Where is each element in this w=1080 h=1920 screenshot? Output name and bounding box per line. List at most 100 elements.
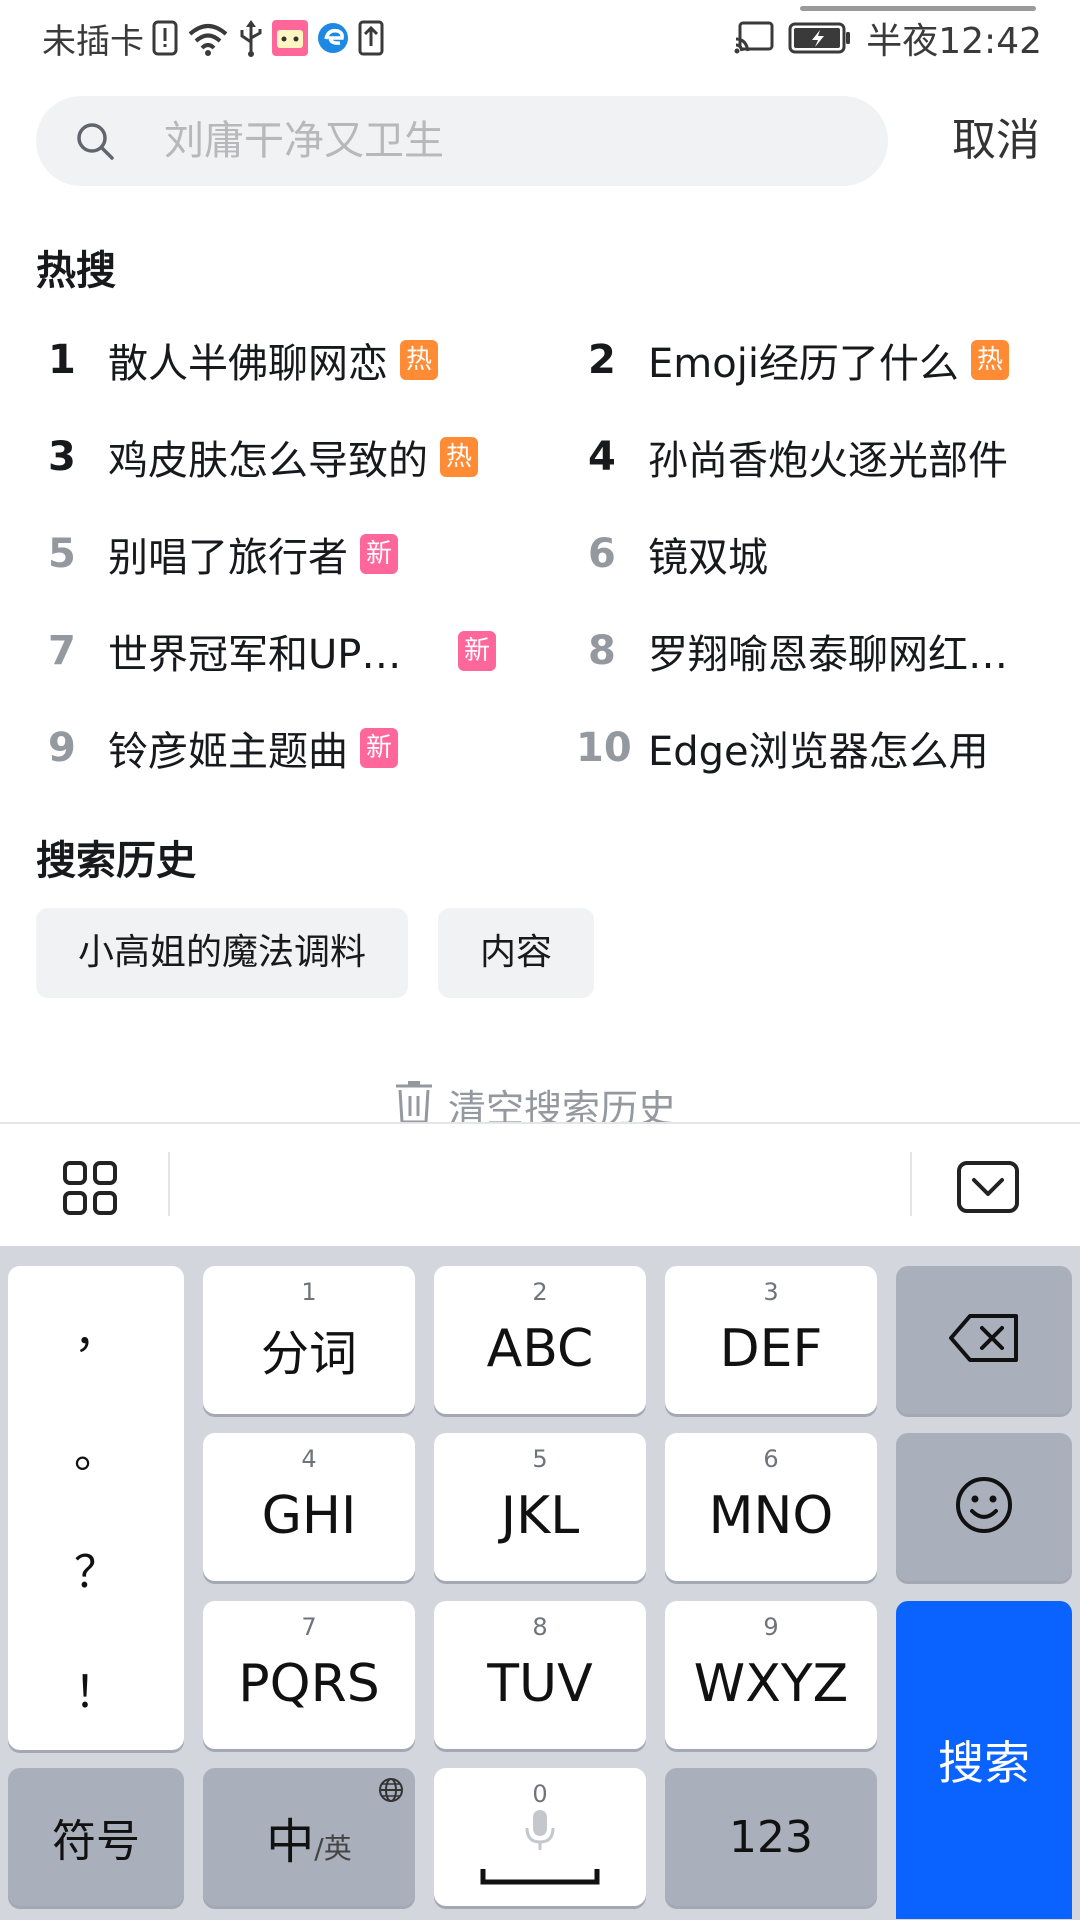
key-label: WXYZ [693, 1654, 849, 1714]
search-key-label: 搜索 [938, 1736, 1030, 1790]
key-3[interactable]: 3 DEF [665, 1266, 877, 1414]
key-1[interactable]: 1 分词 [203, 1266, 415, 1414]
key-number: 8 [532, 1613, 548, 1641]
key-number: 6 [763, 1445, 779, 1473]
key-4[interactable]: 4 GHI [203, 1433, 415, 1581]
hot-rank: 2 [588, 337, 616, 383]
clock: 半夜12:42 [866, 21, 1042, 62]
key-8[interactable]: 8 TUV [434, 1601, 646, 1749]
hot-search-item[interactable]: 6 镜双城 [576, 524, 768, 584]
lang-sub: /英 [314, 1832, 352, 1865]
key-5[interactable]: 5 JKL [434, 1433, 646, 1581]
hot-text: 铃彦姬主题曲 [108, 729, 348, 775]
hot-rank: 6 [588, 531, 616, 577]
search-input[interactable]: 刘庸干净又卫生 [36, 96, 888, 186]
usb-icon [238, 18, 264, 58]
language-label: 中 /英 [266, 1802, 351, 1872]
language-switch-key[interactable]: 中 /英 [203, 1768, 415, 1906]
keyboard: ， 。 ？ ！ 1 分词 2 ABC 3 DEF 4 GHI 5 JKL 6 M… [0, 1246, 1080, 1920]
hot-text: 世界冠军和UP… [108, 632, 402, 678]
hot-search-item[interactable]: 8 罗翔喻恩泰聊网红… [576, 621, 1008, 681]
key-number: 2 [532, 1278, 548, 1306]
history-chips: 小高姐的魔法调料 内容 [36, 908, 595, 998]
hot-rank: 5 [48, 531, 76, 577]
punct-question[interactable]: ？ [8, 1536, 184, 1600]
key-label: 分词 [260, 1326, 357, 1382]
key-number: 9 [763, 1613, 779, 1641]
symbol-key[interactable]: 符号 [8, 1768, 184, 1906]
hot-search-item[interactable]: 2 Emoji经历了什么 热 [576, 330, 1009, 390]
space-key[interactable]: 0 [434, 1768, 646, 1906]
hot-tag: 热 [970, 340, 1009, 380]
punct-period[interactable]: 。 [8, 1416, 184, 1480]
status-bar: 未插卡 半夜12:42 [0, 0, 1080, 76]
keyboard-toolbar [0, 1122, 1080, 1246]
hot-rank: 3 [48, 434, 76, 480]
upload-icon [358, 20, 384, 56]
cancel-button[interactable]: 取消 [952, 96, 1040, 186]
key-label: ABC [486, 1319, 594, 1379]
backspace-button[interactable] [896, 1266, 1072, 1414]
new-tag: 新 [360, 728, 399, 768]
key-number: 7 [301, 1613, 317, 1641]
lang-main: 中 [266, 1814, 315, 1870]
key-number: 1 [301, 1278, 317, 1306]
key-number: 0 [532, 1780, 548, 1808]
toolbar-divider [910, 1152, 912, 1216]
wifi-icon [186, 20, 230, 56]
search-placeholder: 刘庸干净又卫生 [164, 118, 444, 164]
warning-icon [152, 20, 178, 56]
key-label: MNO [708, 1486, 834, 1546]
edge-icon [316, 21, 350, 55]
hot-search-item[interactable]: 7 世界冠军和UP… 新 [36, 621, 497, 681]
key-6[interactable]: 6 MNO [665, 1433, 877, 1581]
history-chip[interactable]: 小高姐的魔法调料 [36, 908, 409, 998]
hot-search-item[interactable]: 3 鸡皮肤怎么导致的 热 [36, 427, 479, 487]
globe-icon [377, 1776, 405, 1804]
hot-rank: 9 [48, 725, 76, 771]
hot-search-item[interactable]: 10 Edge浏览器怎么用 [576, 718, 989, 778]
new-tag: 新 [360, 534, 399, 574]
hot-search-item[interactable]: 4 孙尚香炮火逐光部件 [576, 427, 1008, 487]
emoji-button[interactable] [896, 1433, 1072, 1581]
symbol-key-label: 符号 [52, 1816, 140, 1867]
space-bar-icon [480, 1866, 600, 1890]
cast-icon [734, 21, 774, 55]
microphone-icon [522, 1808, 558, 1856]
punct-comma[interactable]: ， [8, 1296, 184, 1360]
key-number: 5 [532, 1445, 548, 1473]
key-9[interactable]: 9 WXYZ [665, 1601, 877, 1749]
key-label: DEF [719, 1319, 823, 1379]
hot-search-item[interactable]: 5 别唱了旅行者 新 [36, 524, 399, 584]
key-label: TUV [487, 1654, 593, 1714]
numbers-key[interactable]: 123 [665, 1768, 877, 1906]
hot-text: 罗翔喻恩泰聊网红… [648, 632, 1008, 678]
key-2[interactable]: 2 ABC [434, 1266, 646, 1414]
hide-keyboard-icon[interactable] [956, 1160, 1020, 1216]
hot-tag: 热 [440, 437, 479, 477]
hot-rank: 7 [48, 628, 76, 674]
hot-search-item[interactable]: 9 铃彦姬主题曲 新 [36, 718, 399, 778]
search-icon [74, 120, 116, 162]
numbers-key-label: 123 [729, 1811, 813, 1863]
punct-exclaim[interactable]: ！ [8, 1656, 184, 1720]
hot-search-item[interactable]: 1 散人半佛聊网恋 热 [36, 330, 439, 390]
punctuation-column[interactable]: ， 。 ？ ！ [8, 1266, 184, 1750]
battery-icon [788, 21, 852, 55]
hot-text: Edge浏览器怎么用 [648, 729, 989, 775]
history-chip[interactable]: 内容 [438, 908, 595, 998]
toolbar-divider [168, 1152, 170, 1216]
hot-text: 镜双城 [648, 535, 768, 581]
search-key[interactable]: 搜索 [896, 1601, 1072, 1919]
key-7[interactable]: 7 PQRS [203, 1601, 415, 1749]
hot-text: Emoji经历了什么 [648, 341, 959, 387]
key-number: 3 [763, 1278, 779, 1306]
hot-text: 别唱了旅行者 [108, 535, 348, 581]
hot-rank: 10 [576, 725, 632, 771]
hot-text: 鸡皮肤怎么导致的 [108, 438, 428, 484]
apps-grid-icon[interactable] [62, 1160, 118, 1216]
smiley-icon [954, 1475, 1014, 1539]
hot-rank: 4 [588, 434, 616, 480]
hot-rank: 1 [48, 337, 76, 383]
backspace-icon [948, 1313, 1020, 1367]
